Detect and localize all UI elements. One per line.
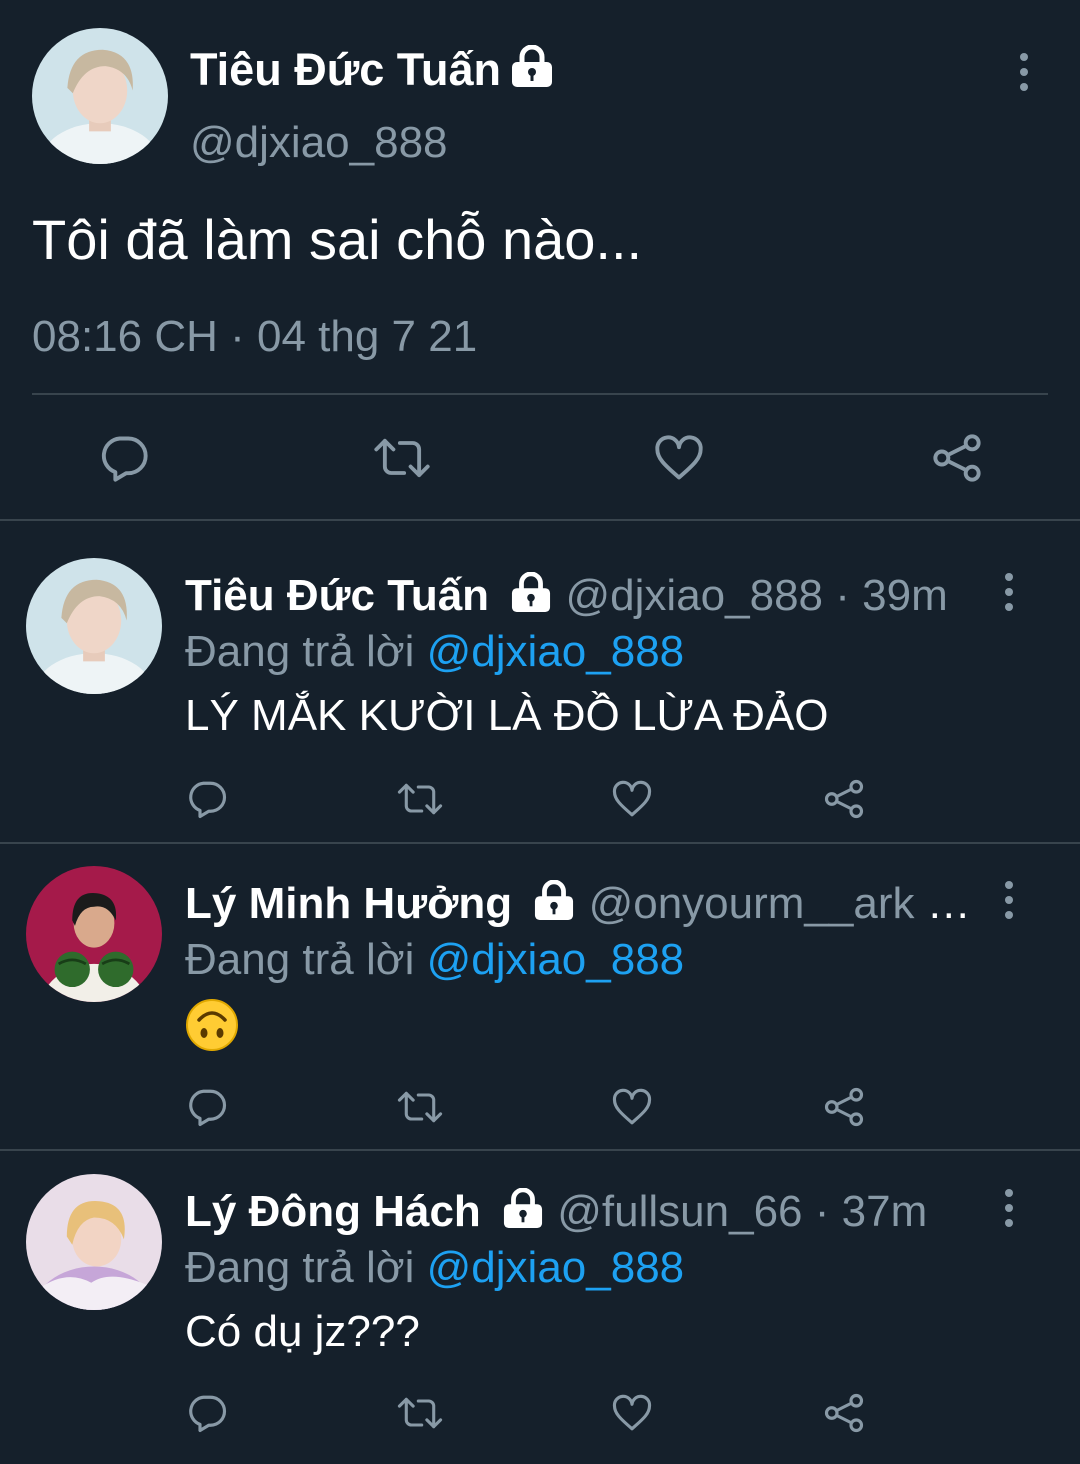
author-name[interactable]: Tiêu Đức Tuấn <box>185 571 489 620</box>
reply-text: Có dụ jz??? <box>185 1307 420 1356</box>
reply-tweet[interactable]: Lý Đông Hách @fullsun_66 · 37m Đang trả … <box>0 1158 1080 1464</box>
replying-label: Đang trả lời <box>185 935 415 984</box>
more-options-icon[interactable] <box>1001 572 1017 612</box>
reply-text: LÝ MẮK KƯỜI LÀ ĐỒ LỪA ĐẢO <box>185 691 829 740</box>
upside-down-face-emoji-icon <box>186 999 238 1051</box>
replying-to: Đang trả lời @djxiao_888 <box>185 624 684 680</box>
tweet-text: Tôi đã làm sai chỗ nào... <box>32 208 643 271</box>
avatar-image <box>26 866 162 1002</box>
retweet-icon[interactable] <box>396 1086 444 1128</box>
like-icon[interactable] <box>610 778 654 820</box>
lock-icon <box>535 880 574 920</box>
reply-header: Lý Minh Hưởng @onyourm__ark · 38m <box>185 876 985 932</box>
avatar-image <box>32 28 168 164</box>
reply-emoji: 🙃 <box>185 996 239 1066</box>
avatar[interactable] <box>26 866 162 1002</box>
main-tweet: Tiêu Đức Tuấn @djxiao_888 Tôi đã làm sai… <box>0 0 1080 520</box>
reply-icon[interactable] <box>98 432 150 484</box>
mention-link[interactable]: @djxiao_888 <box>427 935 685 984</box>
like-icon[interactable] <box>610 1086 654 1128</box>
retweet-icon[interactable] <box>396 1392 444 1434</box>
lock-icon <box>503 1188 543 1228</box>
like-icon[interactable] <box>652 432 706 484</box>
reply-icon[interactable] <box>186 778 228 820</box>
reply-tweet[interactable]: Tiêu Đức Tuấn @djxiao_888 · 39m Đang trả… <box>0 542 1080 848</box>
author-handle-time[interactable]: @onyourm__ark · 38m <box>589 879 985 928</box>
reply-icon[interactable] <box>186 1086 228 1128</box>
author-handle[interactable]: @djxiao_888 <box>190 118 448 168</box>
tweet-timestamp[interactable]: 08:16 CH · 04 thg 7 21 <box>32 312 477 362</box>
share-icon[interactable] <box>822 1392 866 1434</box>
more-options-icon[interactable] <box>1016 52 1032 92</box>
replying-label: Đang trả lời <box>185 627 415 676</box>
mention-link[interactable]: @djxiao_888 <box>427 627 685 676</box>
share-icon[interactable] <box>930 432 984 484</box>
avatar[interactable] <box>32 28 168 164</box>
reply-icon[interactable] <box>186 1392 228 1434</box>
replying-to: Đang trả lời @djxiao_888 <box>185 1240 684 1296</box>
share-icon[interactable] <box>822 1086 866 1128</box>
reply-header: Tiêu Đức Tuấn @djxiao_888 · 39m <box>185 568 985 624</box>
retweet-icon[interactable] <box>372 432 432 484</box>
section-divider <box>0 1149 1080 1151</box>
lock-icon <box>512 572 551 612</box>
reply-header: Lý Đông Hách @fullsun_66 · 37m <box>185 1184 985 1240</box>
share-icon[interactable] <box>822 778 866 820</box>
mention-link[interactable]: @djxiao_888 <box>427 1243 685 1292</box>
reply-tweet[interactable]: Lý Minh Hưởng @onyourm__ark · 38m Đang t… <box>0 850 1080 1156</box>
replying-label: Đang trả lời <box>185 1243 415 1292</box>
section-divider <box>0 519 1080 521</box>
avatar-image <box>26 558 162 694</box>
author-handle-time[interactable]: @djxiao_888 · 39m <box>566 571 948 620</box>
avatar-image <box>26 1174 162 1310</box>
avatar[interactable] <box>26 558 162 694</box>
divider <box>32 393 1048 395</box>
retweet-icon[interactable] <box>396 778 444 820</box>
more-options-icon[interactable] <box>1001 880 1017 920</box>
like-icon[interactable] <box>610 1392 654 1434</box>
author-name[interactable]: Lý Minh Hưởng <box>185 879 512 928</box>
more-options-icon[interactable] <box>1001 1188 1017 1228</box>
avatar[interactable] <box>26 1174 162 1310</box>
lock-icon <box>511 45 552 87</box>
author-name-text: Tiêu Đức Tuấn <box>190 44 501 95</box>
section-divider <box>0 842 1080 844</box>
replying-to: Đang trả lời @djxiao_888 <box>185 932 684 988</box>
author-name[interactable]: Lý Đông Hách <box>185 1187 481 1236</box>
author-name[interactable]: Tiêu Đức Tuấn <box>190 44 555 96</box>
author-handle-time[interactable]: @fullsun_66 · 37m <box>557 1187 927 1236</box>
